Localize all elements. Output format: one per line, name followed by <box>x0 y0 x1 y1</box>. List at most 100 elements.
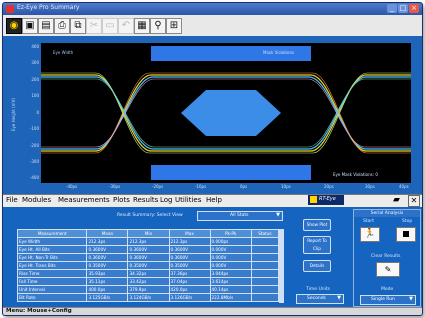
cell-status <box>250 237 280 246</box>
cell-status <box>250 269 280 278</box>
eye-diagram-plot[interactable]: Eye Width Mask Violations Eye Mask Viola… <box>41 43 411 183</box>
cell-status <box>250 261 280 270</box>
x-tick: 40ps <box>399 184 409 189</box>
chevron-down-icon: ▼ <box>276 212 280 218</box>
chart-icon[interactable]: ▦ <box>134 18 150 34</box>
print-icon[interactable]: ⎙ <box>54 18 70 34</box>
save-icon[interactable]: ▣ <box>22 18 38 34</box>
cell-min: 212.3ps <box>127 237 170 246</box>
stop-button[interactable] <box>396 227 416 242</box>
minimize-button[interactable]: _ <box>387 4 397 13</box>
cell-min: 0.3600V <box>127 245 170 254</box>
time-units-value: Seconds <box>307 296 326 301</box>
start-button[interactable]: 🏃 <box>360 227 380 242</box>
select-view-dropdown[interactable]: All Stats ▼ <box>197 211 283 221</box>
screenshot-frame: Ez-Eye Pro Summary _ □ × ◉ ▣ ▤ ⎙ ⧉ ✂ ▭ ↶… <box>0 0 425 318</box>
details-button[interactable]: Details <box>303 260 331 272</box>
menu-plots[interactable]: Plots <box>113 196 130 204</box>
menu-utilities[interactable]: Utilities <box>175 196 201 204</box>
table-row[interactable]: Bit Rate 3.125GB/s 3.124GB/s 3.126GB/s 2… <box>16 293 280 302</box>
menu-results[interactable]: Results <box>133 196 158 204</box>
eye-diagram-panel: Eye Height (mV) 400 300 200 100 0 -100 -… <box>3 36 422 194</box>
cell-max: 3.126GB/s <box>168 293 211 302</box>
eye-icon[interactable]: ◉ <box>6 18 22 34</box>
clear-results-button[interactable]: ✎ <box>376 262 400 277</box>
cell-mean: 3.125GB/s <box>86 293 129 302</box>
show-plot-button[interactable]: Show Plot <box>303 219 331 231</box>
logo-text: RT-Eye <box>319 196 336 202</box>
cell-max: 0.3500V <box>168 261 211 270</box>
x-tick: 30ps <box>365 184 375 189</box>
column-header: Measurement <box>16 229 88 238</box>
maximize-button[interactable]: □ <box>398 4 408 13</box>
cell-max: 0.3600V <box>168 253 211 262</box>
cell-mean: 0.3600V <box>86 253 129 262</box>
x-tick: -20ps <box>152 184 164 189</box>
menu-modules[interactable]: Modules <box>22 196 51 204</box>
y-tick: 400 <box>31 44 39 49</box>
cell-min: 0.3600V <box>127 253 170 262</box>
cell-pkpk: 0.000V <box>209 261 252 270</box>
undo-icon[interactable]: ↶ <box>118 18 134 34</box>
menu-file[interactable]: File <box>6 196 18 204</box>
cell-pkpk: 0.000ps <box>209 237 252 246</box>
cell-pkpk: 40.14ps <box>209 285 252 294</box>
y-tick: -200 <box>29 143 39 148</box>
logo-mark-icon <box>310 196 317 203</box>
menu-bar: File Modules Measurements Plots Results … <box>3 194 422 208</box>
stop-square-icon <box>403 231 409 237</box>
cell-status <box>250 293 280 302</box>
status-bar: Menu: Mouse+Config <box>3 307 422 315</box>
cell-mean: 212.3ps <box>86 237 129 246</box>
table-row[interactable]: Eye Ht. Trans Bits 0.3500V 0.3500V 0.350… <box>16 261 280 270</box>
copy-icon[interactable]: ⧉ <box>70 18 86 34</box>
toolbar: ◉ ▣ ▤ ⎙ ⧉ ✂ ▭ ↶ ▦ ⚲ ⊞ <box>3 15 422 37</box>
table-row[interactable]: Eye Width 212.3ps 212.3ps 212.3ps 0.000p… <box>16 237 280 246</box>
grid-icon[interactable]: ⊞ <box>166 18 182 34</box>
cell-min: 34.32ps <box>127 269 170 278</box>
table-row[interactable]: Unit Interval 400.0ps 379.9ps 420.0ps 40… <box>16 285 280 294</box>
open-folder-icon[interactable]: ▤ <box>38 18 54 34</box>
close-button[interactable]: × <box>409 4 419 13</box>
chevron-down-icon: ▼ <box>409 296 413 302</box>
menu-close-button[interactable]: ✕ <box>408 195 420 207</box>
cell-mean: 35.11ps <box>86 277 129 286</box>
cell-max: 0.3600V <box>168 245 211 254</box>
filter-icon[interactable]: ⚲ <box>150 18 166 34</box>
cut-icon[interactable]: ✂ <box>86 18 102 34</box>
report-to-clip-button[interactable]: Report To Clip <box>303 236 331 254</box>
table-row[interactable]: Fall Time 35.11ps 33.42ps 37.04ps 3.614p… <box>16 277 280 286</box>
mask-violations-label: Mask Violations <box>263 50 295 55</box>
rt-eye-logo: RT-Eye <box>308 195 344 205</box>
x-tick: -30ps <box>109 184 121 189</box>
x-tick: -40ps <box>66 184 78 189</box>
menu-measurements[interactable]: Measurements <box>58 196 110 204</box>
mode-dropdown[interactable]: Single Run ▼ <box>360 295 416 305</box>
table-scrollbar[interactable] <box>279 229 284 303</box>
results-panel: Result Summary: Select View All Stats ▼ … <box>3 207 422 307</box>
serial-analysis-title: Serial Analysis <box>354 210 420 217</box>
printer-icon[interactable]: ▰ <box>393 195 400 205</box>
table-row[interactable]: Eye Ht. All Bits 0.3600V 0.3600V 0.3600V… <box>16 245 280 254</box>
stop-label: Stop <box>402 219 413 224</box>
cell-pkpk: 222.8Mb/s <box>209 293 252 302</box>
paste-icon[interactable]: ▭ <box>102 18 118 34</box>
table-row[interactable]: Rise Time 35.93ps 34.32ps 37.36ps 3.044p… <box>16 269 280 278</box>
time-units-dropdown[interactable]: Seconds ▼ <box>296 294 344 304</box>
cell-measurement: Eye Width <box>16 237 88 246</box>
results-table: Measurement Mean Min Max Pk-Pk Status Ey… <box>16 229 280 302</box>
table-row[interactable]: Eye Ht. Non-Tr Bits 0.3600V 0.3600V 0.36… <box>16 253 280 262</box>
mode-value: Single Run <box>371 297 395 302</box>
select-view-value: All Stats <box>230 213 249 218</box>
cell-pkpk: 0.000V <box>209 245 252 254</box>
column-header: Min <box>127 229 170 238</box>
cell-status <box>250 277 280 286</box>
cell-mean: 400.0ps <box>86 285 129 294</box>
cell-min: 33.42ps <box>127 277 170 286</box>
status-text: Menu: Mouse+Config <box>6 308 72 314</box>
y-tick: 300 <box>31 60 39 65</box>
y-tick: -300 <box>29 159 39 164</box>
menu-log[interactable]: Log <box>160 196 173 204</box>
menu-help[interactable]: Help <box>206 196 222 204</box>
time-units-label: Time Units <box>306 287 330 292</box>
